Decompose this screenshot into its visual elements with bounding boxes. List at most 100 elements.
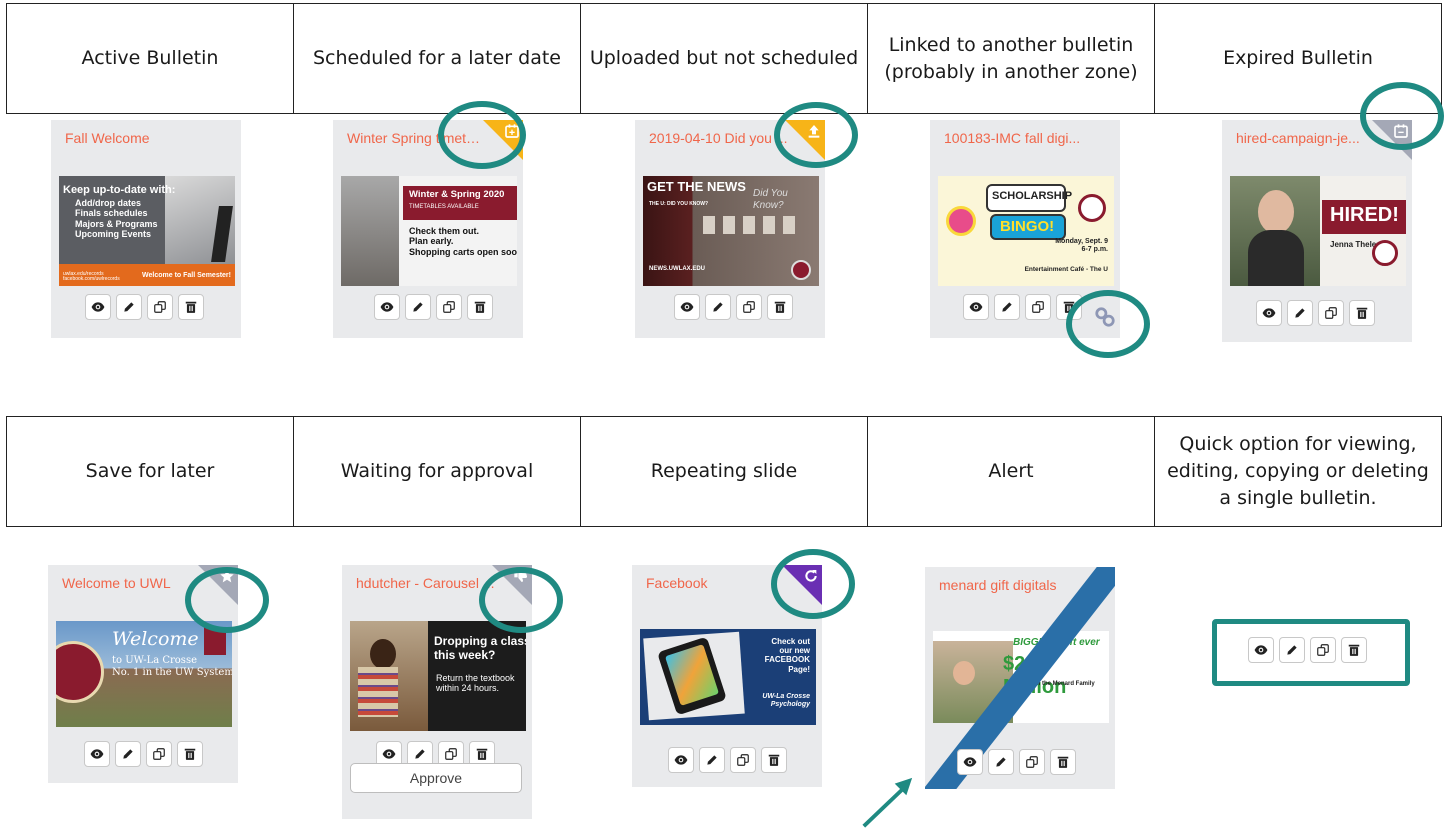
- copy-icon: [443, 301, 455, 313]
- delete-button[interactable]: [467, 294, 493, 320]
- bulletin-card-alert[interactable]: menard gift digitals BIGGEST gift ever $…: [925, 567, 1115, 789]
- delete-button[interactable]: [1349, 300, 1375, 326]
- bulletin-actions: [963, 294, 1082, 320]
- trash-icon: [474, 301, 486, 313]
- bulletin-title[interactable]: Fall Welcome: [65, 130, 205, 146]
- bulletin-actions: [85, 294, 204, 320]
- copy-button[interactable]: [730, 747, 756, 773]
- copy-icon: [737, 754, 749, 766]
- legend-table-row-2: Save for later Waiting for approval Repe…: [6, 416, 1442, 527]
- bulletin-title[interactable]: hdutcher - Carousel ...: [356, 575, 496, 591]
- pencil-icon: [124, 302, 134, 312]
- delete-button[interactable]: [1341, 637, 1367, 663]
- pencil-icon: [707, 755, 717, 765]
- bulletin-actions: [957, 749, 1076, 775]
- view-button[interactable]: [85, 294, 111, 320]
- highlight-circle: [774, 102, 858, 168]
- edit-button[interactable]: [705, 294, 731, 320]
- bulletin-title[interactable]: 2019-04-10 Did you ...: [649, 130, 789, 146]
- view-button[interactable]: [963, 294, 989, 320]
- edit-button[interactable]: [699, 747, 725, 773]
- edit-button[interactable]: [1287, 300, 1313, 326]
- eye-icon: [380, 302, 394, 312]
- highlight-circle: [1360, 82, 1444, 150]
- copy-button[interactable]: [1318, 300, 1344, 326]
- copy-button[interactable]: [146, 741, 172, 767]
- copy-icon: [1026, 756, 1038, 768]
- bulletin-card-expired[interactable]: hired-campaign-je... HIRED! Jenna Thelen: [1222, 120, 1412, 342]
- legend-uploaded: Uploaded but not scheduled: [580, 3, 868, 114]
- pencil-icon: [123, 749, 133, 759]
- trash-icon: [1356, 307, 1368, 319]
- edit-button[interactable]: [115, 741, 141, 767]
- copy-button[interactable]: [1025, 294, 1051, 320]
- copy-icon: [154, 301, 166, 313]
- copy-button[interactable]: [1310, 637, 1336, 663]
- eye-icon: [963, 757, 977, 767]
- legend-linked: Linked to another bulletin (probably in …: [867, 3, 1155, 114]
- pencil-icon: [415, 749, 425, 759]
- bulletin-title[interactable]: Facebook: [646, 575, 786, 591]
- trash-icon: [768, 754, 780, 766]
- bulletin-title[interactable]: 100183-IMC fall digi...: [944, 130, 1084, 146]
- bulletin-actions: [84, 741, 203, 767]
- view-button[interactable]: [668, 747, 694, 773]
- legend-scheduled: Scheduled for a later date: [293, 3, 581, 114]
- bulletin-thumbnail[interactable]: Welcome to UW-La Crosse No. 1 in the UW …: [56, 621, 232, 727]
- copy-button[interactable]: [1019, 749, 1045, 775]
- edit-button[interactable]: [405, 294, 431, 320]
- delete-button[interactable]: [177, 741, 203, 767]
- trash-icon: [774, 301, 786, 313]
- view-button[interactable]: [84, 741, 110, 767]
- highlight-circle: [771, 549, 855, 619]
- pencil-icon: [713, 302, 723, 312]
- bulletin-title[interactable]: hired-campaign-je...: [1236, 130, 1376, 146]
- trash-icon: [1348, 644, 1360, 656]
- delete-button[interactable]: [767, 294, 793, 320]
- bulletin-thumbnail[interactable]: HIRED! Jenna Thelen: [1230, 176, 1406, 286]
- copy-button[interactable]: [147, 294, 173, 320]
- edit-button[interactable]: [1279, 637, 1305, 663]
- legend-active: Active Bulletin: [6, 3, 294, 114]
- legend-quick: Quick option for viewing, editing, copyi…: [1154, 416, 1442, 527]
- eye-icon: [1254, 645, 1268, 655]
- view-button[interactable]: [957, 749, 983, 775]
- view-button[interactable]: [374, 294, 400, 320]
- legend-repeating: Repeating slide: [580, 416, 868, 527]
- view-button[interactable]: [1256, 300, 1282, 326]
- bulletin-thumbnail[interactable]: Keep up-to-date with: Add/drop dates Fin…: [59, 176, 235, 286]
- eye-icon: [969, 302, 983, 312]
- eye-icon: [1262, 308, 1276, 318]
- trash-icon: [185, 301, 197, 313]
- copy-button[interactable]: [736, 294, 762, 320]
- approve-button[interactable]: Approve: [350, 763, 522, 793]
- legend-table-row-1: Active Bulletin Scheduled for a later da…: [6, 3, 1442, 114]
- bulletin-thumbnail[interactable]: SCHOLARSHIP BINGO! Monday, Sept. 9 6-7 p…: [938, 176, 1114, 286]
- edit-button[interactable]: [988, 749, 1014, 775]
- bulletin-thumbnail[interactable]: GET THE NEWS THE U: DID YOU KNOW? NEWS.U…: [643, 176, 819, 286]
- bulletin-title[interactable]: menard gift digitals: [939, 577, 1079, 593]
- copy-button[interactable]: [436, 294, 462, 320]
- bulletin-card-active[interactable]: Fall Welcome Keep up-to-date with: Add/d…: [51, 120, 241, 338]
- edit-button[interactable]: [116, 294, 142, 320]
- legend-save: Save for later: [6, 416, 294, 527]
- view-button[interactable]: [674, 294, 700, 320]
- pencil-icon: [1287, 645, 1297, 655]
- quick-options-actions: [1248, 637, 1367, 663]
- eye-icon: [674, 755, 688, 765]
- edit-button[interactable]: [994, 294, 1020, 320]
- bulletin-actions: [668, 747, 787, 773]
- view-button[interactable]: [1248, 637, 1274, 663]
- bulletin-thumbnail[interactable]: Check out our new FACEBOOK Page! UW-La C…: [640, 629, 816, 725]
- copy-icon: [1317, 644, 1329, 656]
- delete-button[interactable]: [1050, 749, 1076, 775]
- pencil-icon: [413, 302, 423, 312]
- arrow-icon: [862, 777, 913, 828]
- pencil-icon: [996, 757, 1006, 767]
- copy-icon: [1032, 301, 1044, 313]
- delete-button[interactable]: [178, 294, 204, 320]
- bulletin-title[interactable]: Welcome to UWL: [62, 575, 202, 591]
- bulletin-thumbnail[interactable]: Dropping a class this week? Return the t…: [350, 621, 526, 731]
- delete-button[interactable]: [761, 747, 787, 773]
- bulletin-thumbnail[interactable]: Winter & Spring 2020 TIMETABLES AVAILABL…: [341, 176, 517, 286]
